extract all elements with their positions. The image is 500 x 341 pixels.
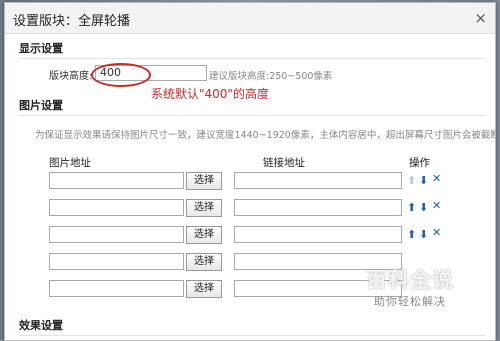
section-images-title: 图片设置: [19, 99, 63, 112]
divider: [19, 335, 485, 336]
watermark-title: 百科全说: [366, 268, 454, 292]
choose-button[interactable]: 选择: [186, 253, 222, 271]
watermark-logo: 百科全说 助你轻松解决: [352, 264, 470, 308]
section-effects-title: 效果设置: [19, 319, 63, 332]
column-header-ops: 操作: [409, 157, 430, 169]
close-icon[interactable]: ×: [474, 9, 487, 27]
column-header-image: 图片地址: [49, 157, 91, 169]
watermark-subtitle: 助你轻松解决: [374, 295, 446, 308]
choose-button[interactable]: 选择: [186, 280, 222, 298]
image-url-input[interactable]: [49, 280, 184, 297]
image-url-input[interactable]: [49, 226, 184, 243]
choose-button[interactable]: 选择: [186, 199, 222, 217]
link-url-input[interactable]: [234, 172, 402, 189]
dialog-titlebar: 设置版块：全屏轮播 ×: [5, 3, 495, 34]
delete-icon[interactable]: ✕: [432, 199, 441, 212]
move-up-icon: ⬆: [407, 174, 417, 187]
annotation-circle: [91, 63, 151, 87]
move-down-icon[interactable]: ⬇: [419, 201, 428, 214]
choose-button[interactable]: 选择: [186, 226, 222, 244]
height-label: 版块高度:: [49, 71, 93, 82]
delete-icon[interactable]: ✕: [432, 226, 441, 239]
move-up-icon[interactable]: ⬆: [407, 228, 416, 241]
dialog-title: 设置版块：全屏轮播: [13, 14, 131, 29]
image-url-input[interactable]: [49, 199, 184, 216]
column-header-link: 链接地址: [263, 157, 305, 169]
image-url-input[interactable]: [49, 253, 184, 270]
link-url-input[interactable]: [234, 199, 402, 216]
images-hint: 为保证显示效果请保持图片尺寸一致，建议宽度1440~1920像素，主体内容居中，…: [35, 130, 496, 141]
image-url-input[interactable]: [49, 172, 184, 189]
delete-icon[interactable]: ✕: [432, 172, 441, 185]
choose-button[interactable]: 选择: [186, 172, 222, 190]
move-down-icon[interactable]: ⬇: [419, 228, 428, 241]
link-url-input[interactable]: [234, 226, 402, 243]
section-display-title: 显示设置: [19, 42, 63, 55]
divider: [19, 115, 485, 116]
move-up-icon[interactable]: ⬆: [407, 201, 416, 214]
divider: [19, 58, 485, 59]
move-down-icon[interactable]: ⬇: [419, 174, 428, 187]
annotation-text: 系统默认"400"的高度: [151, 87, 269, 101]
height-hint: 建议版块高度:250~500像素: [209, 71, 333, 82]
